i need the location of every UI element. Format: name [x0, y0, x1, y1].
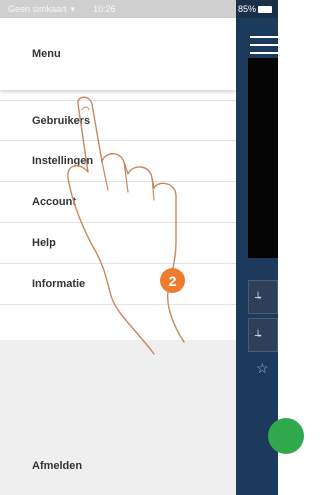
menu-list: Gebruikers Instellingen Account Help Inf…	[0, 100, 236, 305]
menu-item-informatie[interactable]: Informatie	[0, 264, 236, 305]
menu-item-gebruikers[interactable]: Gebruikers	[0, 100, 236, 141]
hamburger-icon[interactable]	[250, 36, 278, 60]
menu-item-label: Account	[32, 196, 76, 208]
menu-item-help[interactable]: Help	[0, 223, 236, 264]
video-preview	[248, 58, 278, 258]
background-row[interactable]: ┶	[248, 318, 278, 352]
time-text: 10:26	[93, 4, 116, 14]
key-icon: ┶	[255, 293, 262, 304]
menu-item-label: Gebruikers	[32, 114, 91, 127]
wifi-icon: ▾	[70, 3, 76, 14]
menu-item-label: Instellingen	[32, 155, 94, 167]
menu-item-label: Informatie	[32, 278, 86, 290]
background-row[interactable]: ┶	[248, 280, 278, 314]
background-app: ┶ ┶ ☆	[236, 18, 304, 495]
menu-footer: Afmelden	[0, 340, 236, 495]
green-action-button[interactable]	[268, 418, 304, 454]
key-icon: ┶	[255, 331, 262, 342]
step-number-badge: 2	[160, 268, 185, 293]
menu-header: Menu	[0, 18, 236, 90]
status-right: 85%	[236, 0, 278, 18]
battery-icon	[258, 5, 273, 13]
menu-item-instellingen[interactable]: Instellingen	[0, 141, 236, 182]
side-menu: Menu Gebruikers Instellingen Account Hel…	[0, 18, 236, 495]
status-left: Geen simkaart ▾ 10:26	[0, 0, 236, 18]
carrier-text: Geen simkaart	[8, 4, 67, 14]
status-bar: Geen simkaart ▾ 10:26 85%	[0, 0, 278, 18]
star-icon: ☆	[256, 360, 269, 376]
menu-item-account[interactable]: Account	[0, 182, 236, 223]
menu-item-label: Help	[32, 237, 56, 249]
logout-button[interactable]: Afmelden	[32, 460, 82, 472]
menu-title: Menu	[32, 48, 61, 60]
battery-text: 85%	[238, 4, 257, 14]
